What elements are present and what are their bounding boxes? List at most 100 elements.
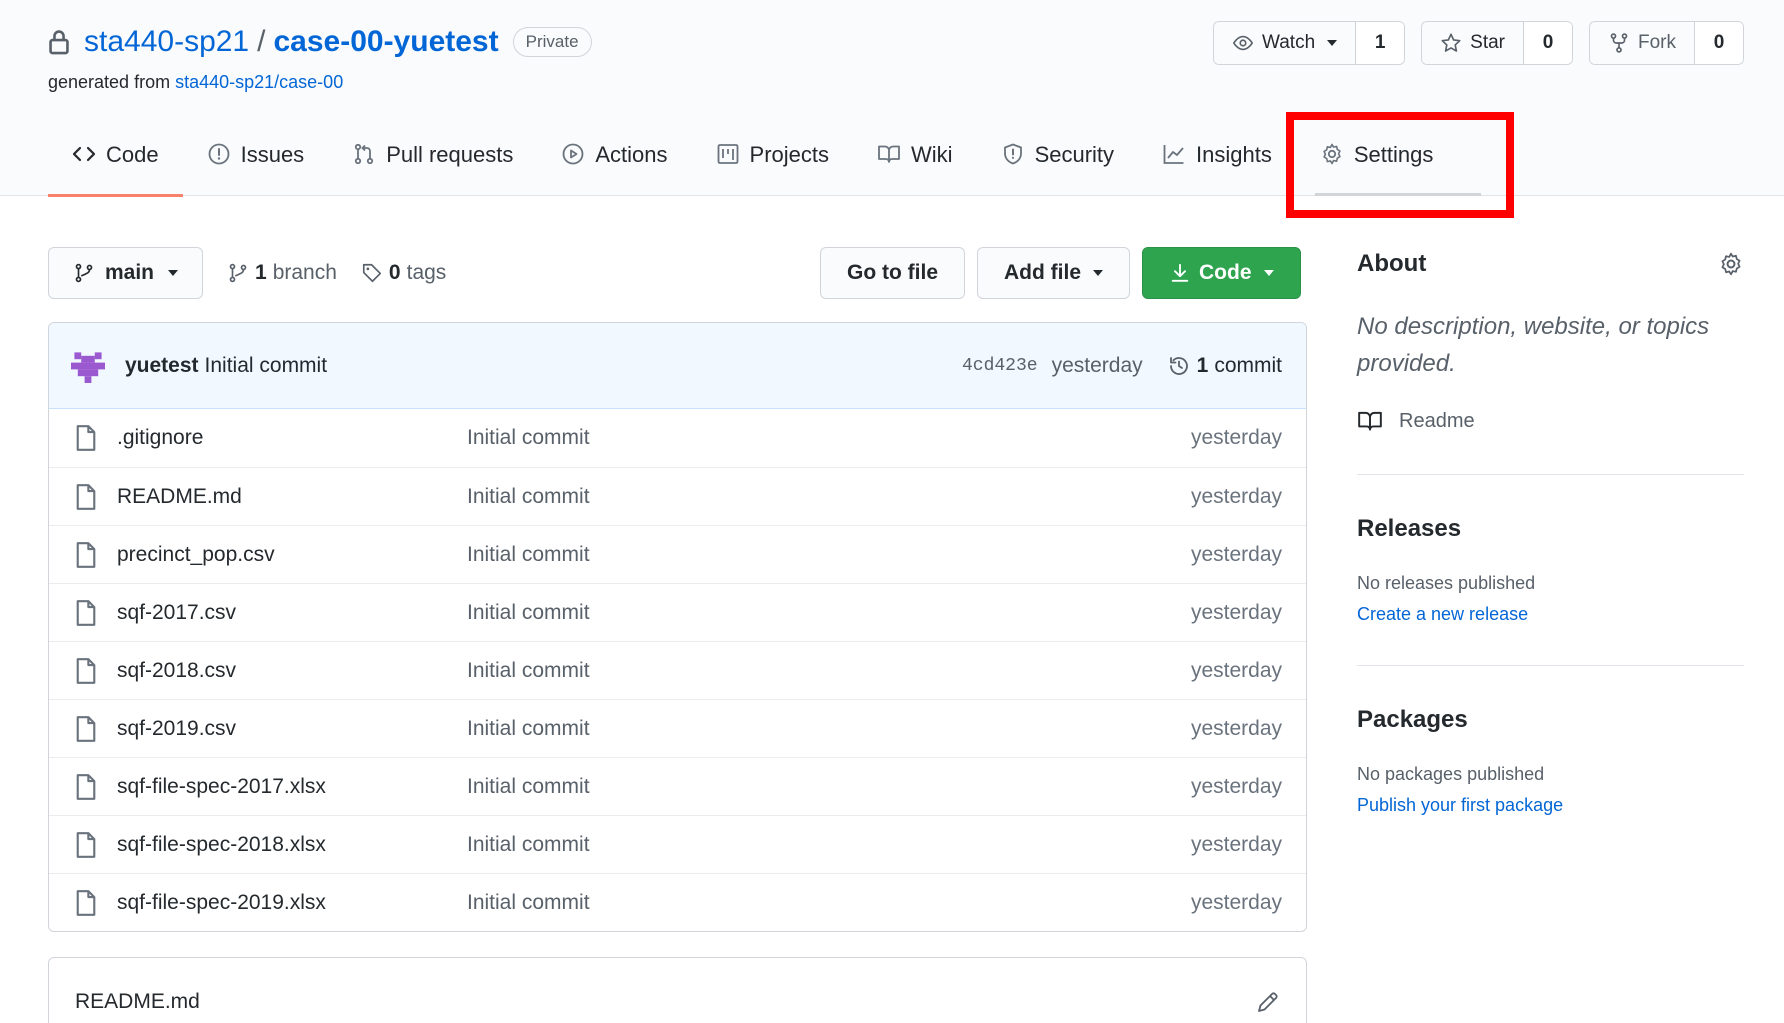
sidebar-divider <box>1357 665 1744 666</box>
git-pull-request-icon <box>355 143 374 165</box>
file-name-link[interactable]: sqf-2017.csv <box>117 601 467 625</box>
file-commit-message-link[interactable]: Initial commit <box>467 485 590 509</box>
repo-name-link[interactable]: case-00-yuetest <box>273 25 498 59</box>
add-file-button[interactable]: Add file <box>977 247 1130 299</box>
file-icon <box>76 889 96 916</box>
file-commit-message-link[interactable]: Initial commit <box>467 717 590 741</box>
code-button-label: Code <box>1199 261 1252 284</box>
file-row[interactable]: sqf-2018.csv Initial commit yesterday <box>49 641 1306 699</box>
file-row[interactable]: sqf-file-spec-2017.xlsx Initial commit y… <box>49 757 1306 815</box>
file-icon <box>76 715 96 742</box>
file-icon <box>76 425 96 451</box>
commit-meta: 4cd423e yesterday 1 commit <box>962 354 1282 378</box>
file-row[interactable]: README.md Initial commit yesterday <box>49 467 1306 525</box>
tab-security[interactable]: Security <box>977 128 1138 196</box>
file-commit-message-link[interactable]: Initial commit <box>467 601 590 625</box>
file-icon <box>76 657 96 684</box>
readme-link[interactable]: Readme <box>1357 408 1744 434</box>
create-release-link[interactable]: Create a new release <box>1357 604 1744 625</box>
tab-insights-label: Insights <box>1196 142 1272 167</box>
repo-sidebar: About No description, website, or topics… <box>1357 250 1744 816</box>
branch-word: branch <box>272 261 337 284</box>
book-icon <box>1358 411 1382 431</box>
tab-code[interactable]: Code <box>48 128 183 197</box>
file-commit-message-link[interactable]: Initial commit <box>467 833 590 857</box>
tab-issues[interactable]: Issues <box>183 128 329 196</box>
file-name-link[interactable]: README.md <box>117 485 467 509</box>
branch-bar: main 1 branch 0 tags <box>48 247 446 299</box>
file-row[interactable]: sqf-file-spec-2019.xlsx Initial commit y… <box>49 873 1306 931</box>
readme-title: README.md <box>75 990 200 1013</box>
tags-link[interactable]: 0 tags <box>361 261 446 285</box>
code-download-button[interactable]: Code <box>1142 247 1301 299</box>
tab-wiki[interactable]: Wiki <box>853 128 977 196</box>
publish-package-link[interactable]: Publish your first package <box>1357 795 1744 816</box>
star-count[interactable]: 0 <box>1524 22 1572 64</box>
chevron-down-icon <box>1093 270 1103 276</box>
file-commit-message-link[interactable]: Initial commit <box>467 891 590 915</box>
tag-count: 0 <box>388 261 401 284</box>
file-row[interactable]: precinct_pop.csv Initial commit yesterda… <box>49 525 1306 583</box>
file-row[interactable]: sqf-file-spec-2018.xlsx Initial commit y… <box>49 815 1306 873</box>
tab-actions[interactable]: Actions <box>537 128 691 196</box>
tab-issues-label: Issues <box>240 142 305 167</box>
tab-pull-requests[interactable]: Pull requests <box>328 128 537 196</box>
file-name-link[interactable]: sqf-file-spec-2017.xlsx <box>117 775 467 799</box>
repo-forked-icon <box>1610 33 1628 53</box>
commit-word: commit <box>1214 353 1282 377</box>
repo-actions: Watch 1 Star 0 Fork 0 <box>1213 21 1744 65</box>
download-icon <box>1171 263 1189 282</box>
file-commit-message-link[interactable]: Initial commit <box>467 543 590 567</box>
gear-icon[interactable] <box>1718 251 1744 277</box>
commit-message-link[interactable]: Initial commit <box>205 354 328 378</box>
file-name-link[interactable]: sqf-2019.csv <box>117 717 467 741</box>
file-commit-message-link[interactable]: Initial commit <box>467 775 590 799</box>
go-to-file-button[interactable]: Go to file <box>820 247 965 299</box>
fork-button[interactable]: Fork <box>1590 22 1695 64</box>
file-name-link[interactable]: sqf-file-spec-2019.xlsx <box>117 891 467 915</box>
file-age: yesterday <box>1190 890 1282 914</box>
commit-author-link[interactable]: yuetest <box>125 354 199 378</box>
star-button[interactable]: Star <box>1422 22 1524 64</box>
commit-sha-link[interactable]: 4cd423e <box>962 356 1038 376</box>
file-age: yesterday <box>1190 832 1282 856</box>
pencil-icon[interactable] <box>1256 990 1280 1014</box>
branches-link[interactable]: 1 branch <box>227 261 337 285</box>
generated-prefix: generated from <box>48 72 171 92</box>
watch-count[interactable]: 1 <box>1356 22 1405 64</box>
file-age: yesterday <box>1190 542 1282 566</box>
branch-select-button[interactable]: main <box>48 247 204 299</box>
file-row[interactable]: sqf-2019.csv Initial commit yesterday <box>49 699 1306 757</box>
file-name-link[interactable]: sqf-2018.csv <box>117 659 467 683</box>
fork-count[interactable]: 0 <box>1695 22 1743 64</box>
file-name-link[interactable]: .gitignore <box>117 426 467 450</box>
graph-icon <box>1163 145 1184 164</box>
project-icon <box>717 144 738 164</box>
file-name-link[interactable]: sqf-file-spec-2018.xlsx <box>117 833 467 857</box>
packages-empty-text: No packages published <box>1357 764 1545 784</box>
file-commit-message-link[interactable]: Initial commit <box>467 426 590 450</box>
tab-wiki-label: Wiki <box>911 142 953 167</box>
file-row[interactable]: .gitignore Initial commit yesterday <box>49 409 1306 467</box>
watch-button[interactable]: Watch <box>1214 22 1357 64</box>
tab-insights[interactable]: Insights <box>1138 128 1296 196</box>
releases-heading[interactable]: Releases <box>1357 515 1744 543</box>
star-label: Star <box>1470 32 1505 53</box>
repo-tabs: Code Issues Pull requests Actions Projec… <box>48 128 1457 197</box>
generated-from: generated from sta440-sp21/case-00 <box>48 72 343 93</box>
avatar[interactable] <box>71 348 105 383</box>
file-name-link[interactable]: precinct_pop.csv <box>117 543 467 567</box>
packages-heading[interactable]: Packages <box>1357 706 1744 734</box>
add-file-label: Add file <box>1004 261 1081 284</box>
readme-preview: README.md <box>48 957 1307 1023</box>
file-commit-message-link[interactable]: Initial commit <box>467 659 590 683</box>
file-list: yuetest Initial commit 4cd423e yesterday… <box>48 322 1307 932</box>
commit-history-link[interactable]: 1 commit <box>1167 354 1282 378</box>
file-age: yesterday <box>1190 426 1282 449</box>
template-source-link[interactable]: sta440-sp21/case-00 <box>175 72 343 92</box>
file-icon <box>76 831 96 858</box>
file-row[interactable]: sqf-2017.csv Initial commit yesterday <box>49 583 1306 641</box>
tab-projects[interactable]: Projects <box>692 128 853 196</box>
repo-owner-link[interactable]: sta440-sp21 <box>84 25 249 59</box>
visibility-badge: Private <box>512 27 592 57</box>
